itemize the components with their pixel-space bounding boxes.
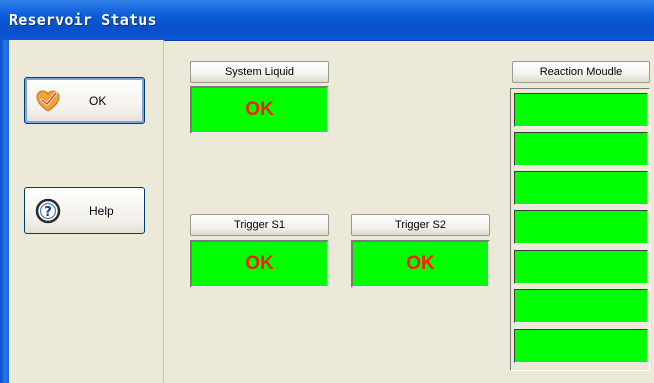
window-left-border bbox=[0, 40, 9, 383]
reaction-cell bbox=[514, 289, 648, 323]
reaction-cell bbox=[514, 132, 648, 166]
reaction-cell bbox=[514, 329, 648, 363]
trigger-s1-status: OK bbox=[190, 240, 329, 288]
trigger-s2-status: OK bbox=[351, 240, 490, 288]
reaction-cell bbox=[514, 250, 648, 284]
reaction-module-header[interactable]: Reaction Moudle bbox=[512, 61, 650, 83]
trigger-s1-header[interactable]: Trigger S1 bbox=[190, 214, 329, 236]
title-bar[interactable]: Reservoir Status bbox=[0, 0, 654, 41]
ok-button[interactable]: OK bbox=[24, 77, 145, 124]
help-button-label: Help bbox=[89, 204, 114, 218]
system-liquid-status: OK bbox=[190, 86, 329, 134]
reaction-cell bbox=[514, 93, 648, 127]
reservoir-status-window: Reservoir Status OK ? Help System Liquid… bbox=[0, 0, 654, 383]
help-button[interactable]: ? Help bbox=[24, 187, 145, 234]
help-question-icon: ? bbox=[35, 198, 61, 224]
sidebar: OK ? Help bbox=[9, 40, 164, 383]
svg-text:?: ? bbox=[44, 205, 52, 220]
window-title: Reservoir Status bbox=[9, 11, 157, 29]
reaction-cell bbox=[514, 171, 648, 205]
ok-button-label: OK bbox=[89, 94, 107, 108]
check-heart-icon bbox=[35, 88, 61, 114]
content-area: System Liquid OK Trigger S1 OK Trigger S… bbox=[164, 40, 654, 383]
trigger-s2-header[interactable]: Trigger S2 bbox=[351, 214, 490, 236]
system-liquid-header[interactable]: System Liquid bbox=[190, 61, 329, 83]
reaction-module-panel bbox=[510, 88, 650, 371]
reaction-cell bbox=[514, 210, 648, 244]
